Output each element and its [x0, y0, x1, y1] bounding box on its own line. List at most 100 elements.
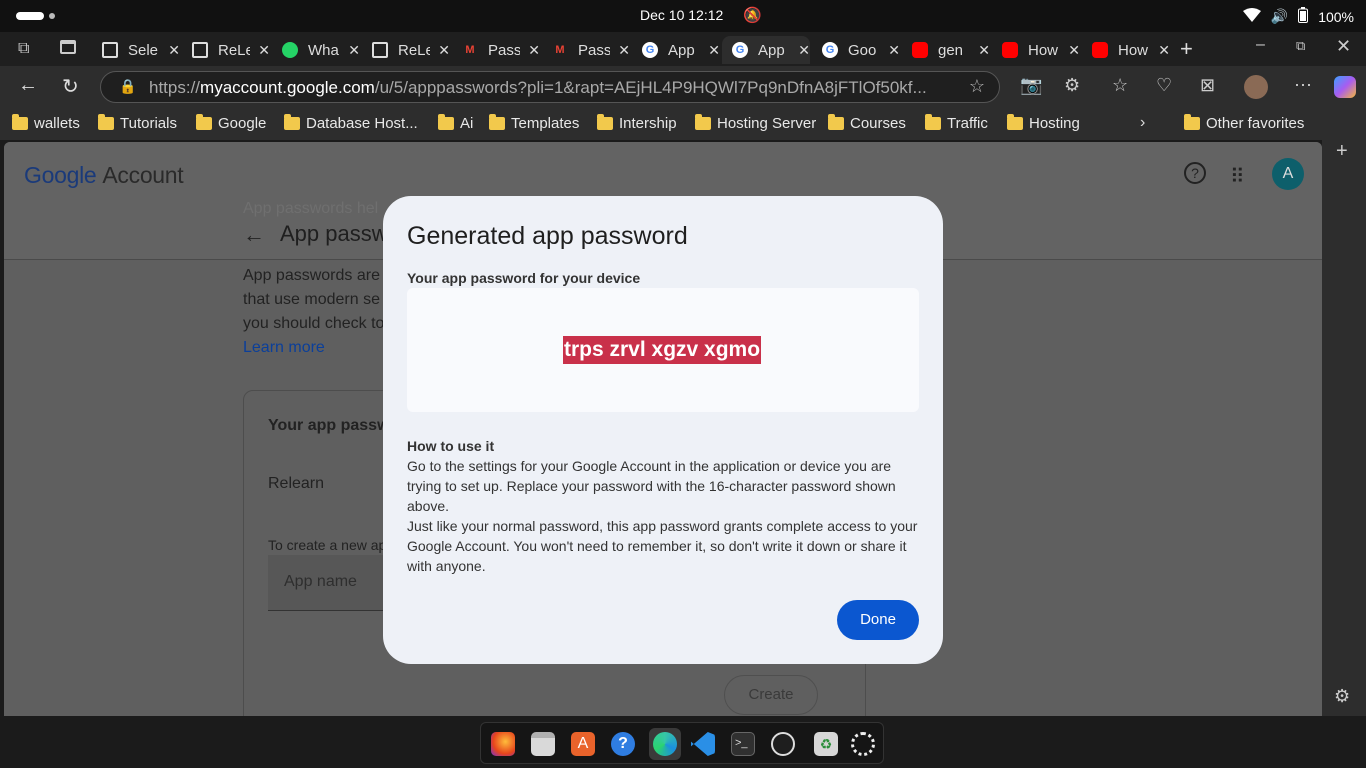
screen-capture-icon[interactable]: ⊠ — [1200, 75, 1215, 96]
browser-tab[interactable]: M Pass ✕ — [452, 36, 540, 64]
faded-text: App passwords hel — [243, 200, 379, 217]
terminal-icon[interactable]: >_ — [731, 732, 755, 756]
whatsapp-icon — [282, 42, 298, 58]
browser-tab[interactable]: ReLe ✕ — [182, 36, 270, 64]
add-sidebar-icon[interactable]: + — [1336, 140, 1348, 163]
extensions-icon[interactable]: ⚙ — [1064, 75, 1080, 96]
bookmark-folder[interactable]: Traffic — [925, 114, 988, 132]
bookmark-label: Ai — [460, 115, 474, 132]
system-tray[interactable]: 🔊 100% — [1242, 7, 1354, 26]
browser-tab[interactable]: G Goo ✕ — [812, 36, 900, 64]
back-arrow-icon[interactable]: ← — [18, 74, 38, 97]
profile-avatar[interactable] — [1244, 75, 1268, 99]
new-tab-icon[interactable]: + — [1180, 36, 1193, 62]
tab-title: ReLe — [398, 41, 431, 59]
browser-tab[interactable]: How ✕ — [1082, 36, 1170, 64]
files-icon[interactable] — [531, 732, 555, 756]
trash-icon[interactable]: ♻ — [814, 732, 838, 756]
obs-icon[interactable] — [771, 732, 795, 756]
close-tab-icon[interactable]: ✕ — [888, 42, 900, 59]
system-clock[interactable]: Dec 10 12:12 — [640, 7, 723, 23]
bookmark-folder[interactable]: wallets — [12, 114, 80, 132]
browser-tab[interactable]: M Pass ✕ — [542, 36, 630, 64]
app-password-text[interactable]: trps zrvl xgzv xgmo — [563, 336, 762, 364]
notifications-muted-icon[interactable]: 🔕 — [743, 6, 762, 24]
google-icon: G — [732, 42, 748, 58]
intro-line: App passwords are — [243, 267, 380, 284]
volume-icon: 🔊 — [1270, 8, 1289, 24]
help-app-icon[interactable]: ? — [611, 732, 635, 756]
restore-icon[interactable]: ⧉ — [1296, 38, 1305, 54]
more-menu-icon[interactable]: ⋯ — [1294, 75, 1312, 96]
browser-tab[interactable]: How ✕ — [992, 36, 1080, 64]
youtube-icon — [912, 42, 928, 58]
browser-tab[interactable]: G App ✕ — [722, 36, 810, 64]
create-button[interactable]: Create — [724, 675, 818, 715]
app-entry-name[interactable]: Relearn — [268, 475, 324, 493]
google-account-logo[interactable]: Google Account — [24, 162, 184, 189]
bookmark-folder[interactable]: Courses — [828, 114, 906, 132]
address-bar[interactable]: 🔒 https://myaccount.google.com/u/5/apppa… — [100, 71, 1000, 103]
bookmark-label: wallets — [34, 115, 80, 132]
reload-icon[interactable]: ↻ — [62, 74, 79, 99]
close-tab-icon[interactable]: ✕ — [978, 42, 990, 59]
app-center-icon[interactable]: A — [571, 732, 595, 756]
close-tab-icon[interactable]: ✕ — [528, 42, 540, 59]
more-bookmarks-chevron-icon[interactable]: › — [1140, 114, 1145, 132]
favorites-icon[interactable]: ☆ — [1112, 75, 1128, 96]
favorite-star-icon[interactable]: ☆ — [969, 76, 985, 97]
browser-essentials-icon[interactable]: ♡ — [1156, 75, 1172, 96]
apps-grid-icon[interactable]: ⠿ — [1230, 164, 1245, 189]
browser-tab[interactable]: Wha ✕ — [272, 36, 360, 64]
close-tab-icon[interactable]: ✕ — [798, 42, 810, 59]
close-window-icon[interactable]: ✕ — [1336, 36, 1351, 57]
back-icon[interactable]: ← — [243, 222, 265, 248]
help-icon[interactable]: ? — [1184, 162, 1206, 184]
browser-tab[interactable]: gen ✕ — [902, 36, 990, 64]
bookmark-folder[interactable]: Hosting — [1007, 114, 1080, 132]
browser-tab[interactable]: G App ✕ — [632, 36, 720, 64]
workspaces-icon[interactable]: ⧉ — [18, 40, 29, 58]
bookmark-folder[interactable]: Database Host... — [284, 114, 418, 132]
bookmark-folder[interactable]: Tutorials — [98, 114, 177, 132]
browser-tab[interactable]: ReLe ✕ — [362, 36, 450, 64]
close-tab-icon[interactable]: ✕ — [258, 42, 270, 59]
close-tab-icon[interactable]: ✕ — [348, 42, 360, 59]
screenshot-icon[interactable]: 📷 — [1020, 75, 1042, 96]
url-prefix: https:// — [149, 78, 201, 97]
vertical-tabs-icon[interactable] — [60, 40, 76, 54]
bookmark-folder[interactable]: Ai — [438, 114, 474, 132]
folder-icon — [284, 114, 300, 130]
account-wordmark: Account — [102, 162, 184, 188]
workspace-indicator[interactable] — [16, 12, 44, 20]
done-button[interactable]: Done — [837, 600, 919, 640]
tab-title: Pass — [488, 41, 521, 59]
lock-icon[interactable]: 🔒 — [119, 78, 136, 95]
close-tab-icon[interactable]: ✕ — [1068, 42, 1080, 59]
minimize-icon[interactable]: – — [1256, 36, 1265, 54]
bookmark-label: Other favorites — [1206, 115, 1305, 132]
close-tab-icon[interactable]: ✕ — [168, 42, 180, 59]
bookmarks-bar: wallets Tutorials Google Database Host... Ai… — [0, 108, 1366, 140]
copilot-icon[interactable] — [1334, 76, 1356, 98]
bookmark-folder[interactable]: Templates — [489, 114, 579, 132]
tab-title: gen — [938, 41, 964, 59]
tab-title: Wha — [308, 41, 339, 59]
edge-icon[interactable] — [653, 732, 677, 756]
close-tab-icon[interactable]: ✕ — [1158, 42, 1170, 59]
bookmark-folder[interactable]: Intership — [597, 114, 677, 132]
workspace-dot[interactable] — [49, 13, 55, 19]
show-apps-icon[interactable] — [851, 732, 875, 756]
bookmark-folder[interactable]: Other favorites — [1184, 114, 1305, 132]
firefox-icon[interactable] — [491, 732, 515, 756]
vscode-icon[interactable] — [691, 732, 715, 756]
close-tab-icon[interactable]: ✕ — [618, 42, 630, 59]
bookmark-folder[interactable]: Hosting Server — [695, 114, 816, 132]
close-tab-icon[interactable]: ✕ — [708, 42, 720, 59]
browser-tab[interactable]: Sele ✕ — [92, 36, 180, 64]
account-avatar[interactable]: A — [1272, 158, 1304, 190]
bookmark-folder[interactable]: Google — [196, 114, 266, 132]
sidebar-settings-gear-icon[interactable]: ⚙ — [1334, 686, 1350, 707]
close-tab-icon[interactable]: ✕ — [438, 42, 450, 59]
learn-more-link[interactable]: Learn more — [243, 336, 384, 360]
